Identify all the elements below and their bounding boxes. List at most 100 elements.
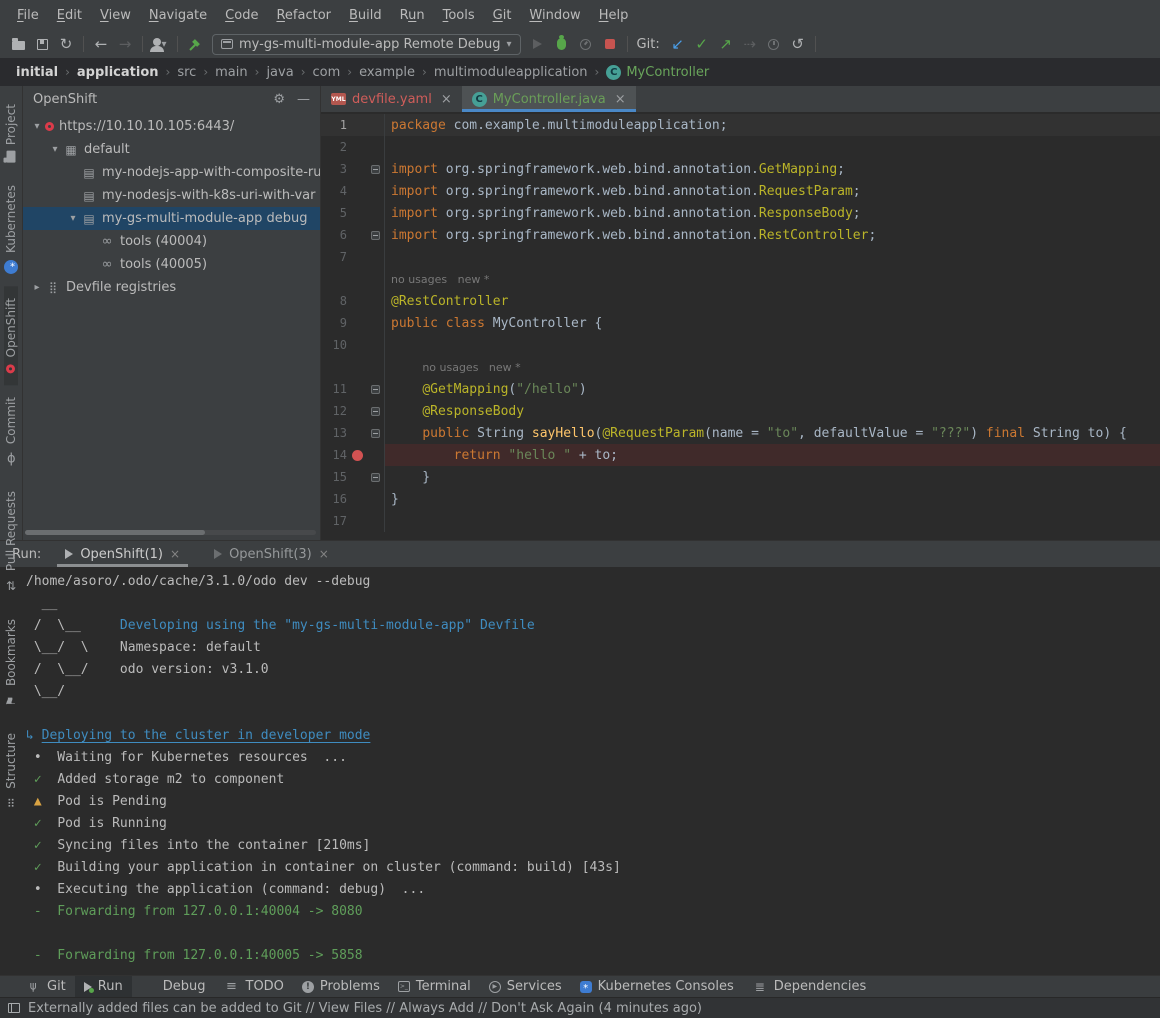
close-tab-icon[interactable]: × [170,547,180,561]
breadcrumb-item[interactable]: java [266,65,293,80]
chevron-down-icon[interactable]: ▾ [65,213,81,224]
editor-gutter[interactable]: 16 [321,488,385,510]
tree-item[interactable]: ▾https://10.10.10.105:6443/ [23,115,320,138]
editor-gutter[interactable]: 17 [321,510,385,532]
stripe-button-openshift[interactable]: OpenShift [4,286,18,385]
menu-refactor[interactable]: Refactor [267,8,340,23]
chevron-right-icon[interactable]: ▸ [29,282,45,293]
horizontal-scrollbar[interactable] [25,530,316,535]
stripe-button-project[interactable]: Project [4,92,18,173]
editor-tab-devfile-yaml[interactable]: devfile.yaml× [321,86,462,112]
open-folder-icon[interactable] [6,33,30,55]
toolwindow-button-run[interactable]: Run [75,976,132,997]
stripe-button-pull-requests[interactable]: Pull Requests [3,479,19,606]
stripe-button-bookmarks[interactable]: Bookmarks [3,607,19,721]
menu-run[interactable]: Run [391,8,434,23]
toolwindow-button-problems[interactable]: Problems [293,976,389,997]
menu-view[interactable]: View [91,8,140,23]
git-update-icon[interactable]: ↙ [666,33,690,55]
editor-gutter[interactable]: 8 [321,290,385,312]
menu-tools[interactable]: Tools [434,8,484,23]
menu-code[interactable]: Code [216,8,267,23]
menu-file[interactable]: File [8,8,48,23]
menu-git[interactable]: Git [484,8,521,23]
tree-item[interactable]: ▾default [23,138,320,161]
git-rollback-icon[interactable]: ↺ [786,33,810,55]
editor-tab-mycontroller-java[interactable]: MyController.java× [462,86,636,112]
editor-gutter[interactable]: 10 [321,334,385,356]
menu-build[interactable]: Build [340,8,391,23]
run-tab-openshift3[interactable]: OpenShift(3)× [206,541,337,567]
status-link[interactable]: View Files [319,1001,383,1016]
fold-marker-icon[interactable] [367,407,383,416]
editor-gutter[interactable]: 12 [321,400,385,422]
editor-gutter[interactable]: 1 [321,114,385,136]
menu-navigate[interactable]: Navigate [140,8,216,23]
stripe-button-commit[interactable]: Commit [3,385,19,479]
toolwindow-button-kubernetes-consoles[interactable]: Kubernetes Consoles [571,976,743,997]
stop-icon[interactable] [598,33,622,55]
tree-item[interactable]: ▸Devfile registries [23,276,320,299]
toolwindow-button-todo[interactable]: TODO [215,976,293,997]
toolwindow-button-debug[interactable]: Debug [132,976,215,997]
fold-marker-icon[interactable] [367,385,383,394]
sync-icon[interactable]: ↻ [54,33,78,55]
save-icon[interactable] [30,33,54,55]
toolwindow-button-git[interactable]: Git [16,976,75,997]
user-icon[interactable]: ▾ [148,33,172,55]
menu-edit[interactable]: Edit [48,8,91,23]
stripe-button-kubernetes[interactable]: Kubernetes [4,173,18,286]
editor-gutter[interactable]: 14 [321,444,385,466]
menu-help[interactable]: Help [590,8,638,23]
breadcrumb-item[interactable]: initial [16,65,58,80]
close-tab-icon[interactable]: × [319,547,329,561]
build-hammer-icon[interactable] [183,33,207,55]
editor-gutter[interactable]: 5 [321,202,385,224]
hide-panel-icon[interactable]: — [297,92,310,107]
editor-gutter[interactable]: 2 [321,136,385,158]
editor-gutter[interactable]: 13 [321,422,385,444]
gear-icon[interactable]: ⚙ [273,92,285,107]
fold-marker-icon[interactable] [367,429,383,438]
breadcrumb-item[interactable]: src [177,65,196,80]
status-link[interactable]: Don't Ask Again [491,1001,594,1016]
toolwindow-button-services[interactable]: Services [480,976,571,997]
editor-gutter[interactable]: 3 [321,158,385,180]
breadcrumb-item[interactable]: example [359,65,415,80]
console-link[interactable]: Deploying to the cluster in developer mo… [42,728,371,743]
stripe-button-structure[interactable]: Structure [3,721,19,824]
close-tab-icon[interactable]: × [441,92,452,107]
tree-item[interactable]: tools (40004) [23,230,320,253]
editor-gutter[interactable]: 7 [321,246,385,268]
tree-item[interactable]: my-nodejs-app-with-composite-ru [23,161,320,184]
breakpoint-icon[interactable] [352,450,363,461]
tree-item[interactable]: ▾my-gs-multi-module-app debug [23,207,320,230]
debug-icon[interactable] [550,33,574,55]
git-push-icon[interactable]: ↗ [714,33,738,55]
tree-item[interactable]: tools (40005) [23,253,320,276]
breadcrumb-leaf[interactable]: MyController [606,65,709,80]
editor-gutter[interactable]: 11 [321,378,385,400]
toolwindow-button-dependencies[interactable]: Dependencies [743,976,876,997]
chevron-down-icon[interactable]: ▾ [29,121,45,132]
git-commit-icon[interactable]: ✓ [690,33,714,55]
toolwindow-button-terminal[interactable]: Terminal [389,976,480,997]
fold-marker-icon[interactable] [367,165,383,174]
run-tab-openshift1[interactable]: OpenShift(1)× [57,541,188,567]
editor-gutter[interactable]: 6 [321,224,385,246]
run-console[interactable]: /home/asoro/.odo/cache/3.1.0/odo dev --d… [0,567,1160,975]
code-editor[interactable]: 1package com.example.multimoduleapplicat… [321,112,1160,540]
breadcrumb-item[interactable]: multimoduleapplication [434,65,588,80]
breadcrumb-item[interactable]: application [77,65,159,80]
editor-gutter[interactable]: 9 [321,312,385,334]
chevron-down-icon[interactable]: ▾ [47,144,63,155]
breadcrumb-item[interactable]: com [313,65,341,80]
editor-gutter[interactable]: 15 [321,466,385,488]
editor-gutter[interactable]: 4 [321,180,385,202]
menu-window[interactable]: Window [520,8,589,23]
close-tab-icon[interactable]: × [615,92,626,107]
fold-marker-icon[interactable] [367,231,383,240]
fold-marker-icon[interactable] [367,473,383,482]
tree-item[interactable]: my-nodesjs-with-k8s-uri-with-var [23,184,320,207]
breadcrumb-item[interactable]: main [215,65,247,80]
